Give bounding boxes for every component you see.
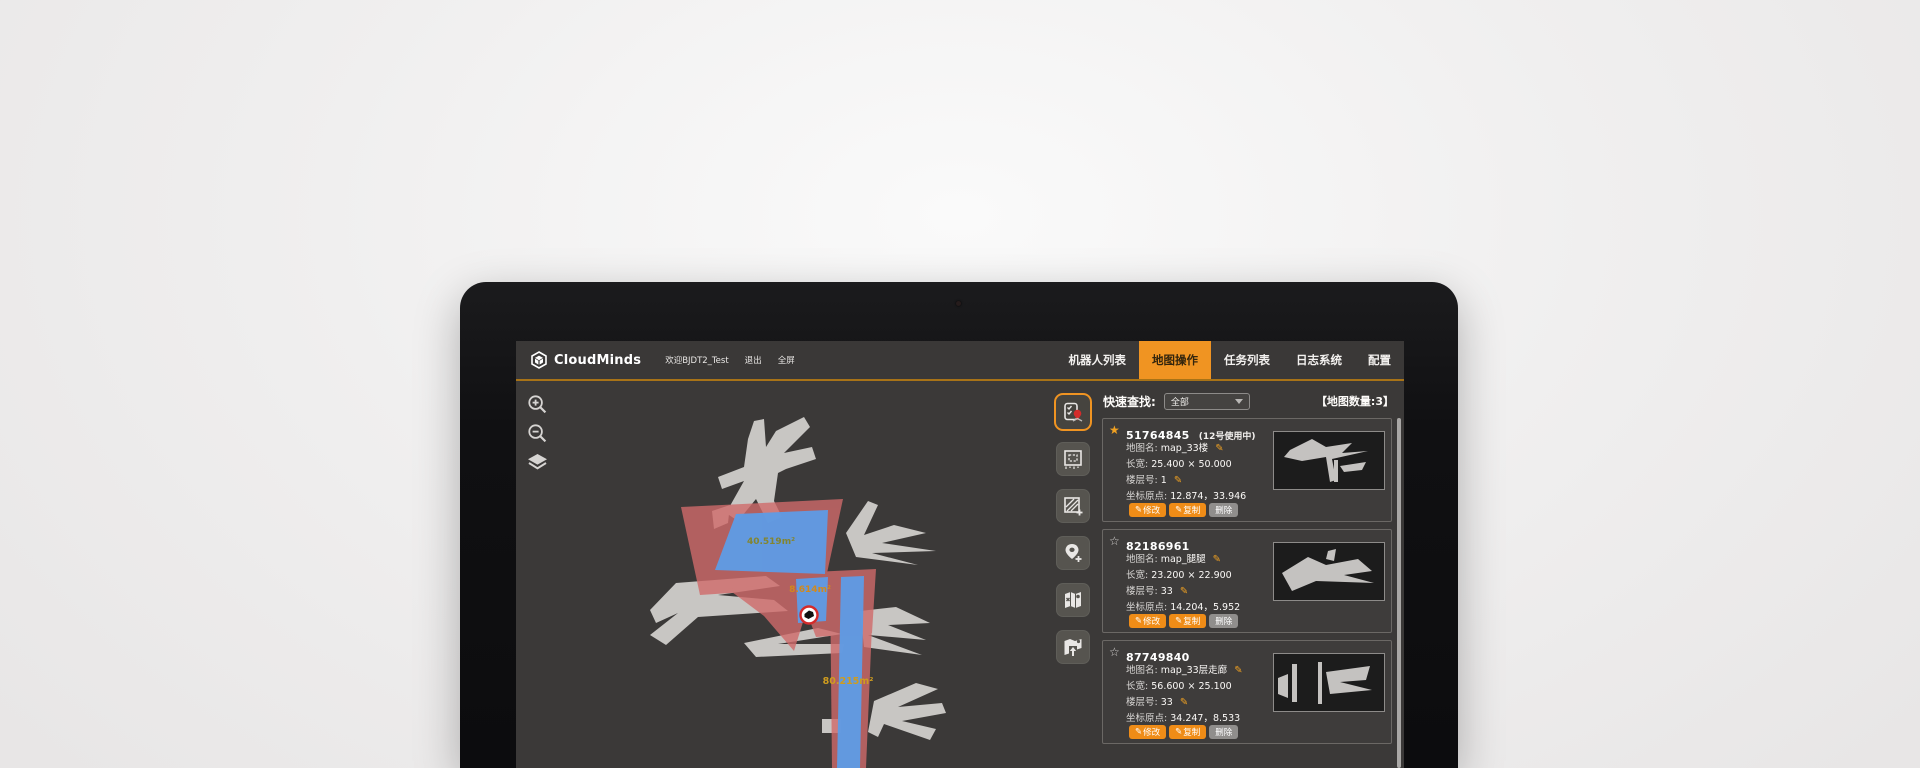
card-actions: ✎ 修改 ✎ 复制 删除	[1129, 503, 1238, 517]
map-upload-icon	[1062, 636, 1084, 658]
delete-button[interactable]: 删除	[1209, 725, 1238, 739]
field-map-name: 地图名: map_33楼 ✎	[1126, 440, 1224, 454]
copy-button[interactable]: ✎ 复制	[1169, 725, 1206, 739]
quick-find-label: 快速查找:	[1103, 393, 1156, 410]
add-poi-icon	[1062, 542, 1084, 564]
edit-pencil-icon[interactable]: ✎	[1213, 554, 1221, 565]
add-region-icon	[1062, 495, 1084, 517]
filter-dropdown[interactable]: 全部	[1164, 393, 1250, 410]
panel-header: 快速查找: 全部 【地图数量:3】	[1103, 390, 1394, 412]
map-list-panel: 快速查找: 全部 【地图数量:3】 ★ 51764845 (12号使用中)	[1096, 383, 1404, 768]
field-size: 长宽: 25.400 × 50.000	[1126, 456, 1232, 470]
tab-task-list[interactable]: 任务列表	[1211, 341, 1283, 379]
map-card: ★ 51764845 (12号使用中) 地图名: map_33楼 ✎ 长宽: 2…	[1102, 418, 1392, 522]
zoom-out-icon[interactable]	[526, 422, 548, 444]
map-marker-icon	[1062, 589, 1084, 611]
field-origin: 坐标原点: 34.247，8.533	[1126, 710, 1240, 724]
map-thumbnail	[1273, 542, 1385, 601]
map-tools-sidebar	[1050, 383, 1096, 768]
chevron-down-icon	[1235, 399, 1243, 404]
tab-robot-list[interactable]: 机器人列表	[1056, 341, 1140, 379]
edit-pencil-icon[interactable]: ✎	[1174, 475, 1182, 486]
area-size-label: 40.519m²	[747, 537, 795, 547]
app-screen: CloudMinds 欢迎BJDT2_Test 退出 全屏 机器人列表 地图操作…	[516, 341, 1404, 768]
edit-pencil-icon[interactable]: ✎	[1215, 443, 1223, 454]
field-floor: 楼层号: 33 ✎	[1126, 583, 1188, 597]
field-size: 长宽: 56.600 × 25.100	[1126, 678, 1232, 692]
zoom-in-icon[interactable]	[526, 393, 548, 415]
copy-button[interactable]: ✎ 复制	[1169, 614, 1206, 628]
field-origin: 坐标原点: 12.874，33.946	[1126, 488, 1246, 502]
tab-settings[interactable]: 配置	[1355, 341, 1404, 379]
star-icon[interactable]: ★	[1109, 423, 1120, 437]
main-nav: 机器人列表 地图操作 任务列表 日志系统 配置	[1056, 341, 1405, 379]
field-origin: 坐标原点: 14.204，5.952	[1126, 599, 1240, 613]
add-poi-button[interactable]	[1056, 536, 1090, 570]
laptop-mockup: CloudMinds 欢迎BJDT2_Test 退出 全屏 机器人列表 地图操作…	[460, 282, 1458, 768]
fullscreen-link[interactable]: 全屏	[778, 354, 795, 366]
cloudminds-hexagon-icon	[530, 351, 548, 369]
filter-value: 全部	[1171, 395, 1235, 408]
map-upload-button[interactable]	[1056, 630, 1090, 664]
copy-button[interactable]: ✎ 复制	[1169, 503, 1206, 517]
occupancy-map-canvas[interactable]	[516, 383, 1050, 768]
brand-name: CloudMinds	[554, 353, 641, 368]
edit-button[interactable]: ✎ 修改	[1129, 725, 1166, 739]
map-card: ☆ 87749840 地图名: map_33层走廊 ✎ 长宽: 56.600 ×…	[1102, 640, 1392, 744]
edit-button[interactable]: ✎ 修改	[1129, 614, 1166, 628]
delete-button[interactable]: 删除	[1209, 614, 1238, 628]
area-size-label: 8.614m²	[789, 585, 831, 595]
area-size-label: 80.215m²	[823, 676, 874, 687]
map-marker-button[interactable]	[1056, 583, 1090, 617]
app-header: CloudMinds 欢迎BJDT2_Test 退出 全屏 机器人列表 地图操作…	[516, 341, 1404, 381]
star-icon[interactable]: ☆	[1109, 534, 1120, 548]
edit-button[interactable]: ✎ 修改	[1129, 503, 1166, 517]
brand-logo: CloudMinds	[530, 341, 641, 379]
tab-log-system[interactable]: 日志系统	[1283, 341, 1355, 379]
edit-pencil-icon[interactable]: ✎	[1180, 586, 1188, 597]
map-card: ☆ 82186961 地图名: map_腿腿 ✎ 长宽: 23.200 × 22…	[1102, 529, 1392, 633]
map-count-label: 【地图数量:3】	[1316, 393, 1394, 409]
measure-area-icon	[1062, 448, 1084, 470]
add-region-button[interactable]	[1056, 489, 1090, 523]
welcome-text: 欢迎BJDT2_Test	[665, 354, 728, 366]
tab-map-operations[interactable]: 地图操作	[1139, 341, 1211, 379]
field-map-name: 地图名: map_腿腿 ✎	[1126, 551, 1221, 565]
edit-pencil-icon[interactable]: ✎	[1180, 697, 1188, 708]
map-thumbnail	[1273, 431, 1385, 490]
card-actions: ✎ 修改 ✎ 复制 删除	[1129, 725, 1238, 739]
map-thumbnail	[1273, 653, 1385, 712]
page-background: CloudMinds 欢迎BJDT2_Test 退出 全屏 机器人列表 地图操作…	[0, 0, 1920, 768]
robot-position-marker[interactable]	[801, 607, 818, 624]
field-map-name: 地图名: map_33层走廊 ✎	[1126, 662, 1243, 676]
field-floor: 楼层号: 33 ✎	[1126, 694, 1188, 708]
delete-button[interactable]: 删除	[1209, 503, 1238, 517]
map-viewport[interactable]: 40.519m² 8.614m² 80.215m²	[516, 383, 1050, 768]
measure-area-button[interactable]	[1056, 442, 1090, 476]
field-size: 长宽: 23.200 × 22.900	[1126, 567, 1232, 581]
webcam-dot	[956, 301, 961, 306]
layers-icon[interactable]	[526, 451, 548, 473]
field-floor: 楼层号: 1 ✎	[1126, 472, 1182, 486]
edit-pencil-icon[interactable]: ✎	[1234, 665, 1242, 676]
session-info: 欢迎BJDT2_Test 退出 全屏	[665, 341, 795, 379]
logout-link[interactable]: 退出	[745, 354, 762, 366]
record-list-pin-button[interactable]	[1056, 395, 1090, 429]
map-zoom-toolbar	[526, 393, 548, 473]
card-actions: ✎ 修改 ✎ 复制 删除	[1129, 614, 1238, 628]
panel-scrollbar[interactable]	[1397, 418, 1401, 768]
record-list-pin-icon	[1062, 401, 1084, 423]
star-icon[interactable]: ☆	[1109, 645, 1120, 659]
